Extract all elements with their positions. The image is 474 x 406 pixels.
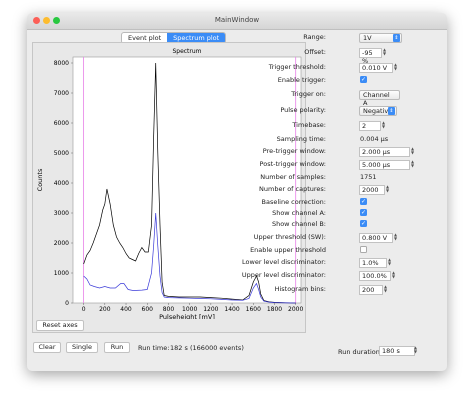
pre-trigger-value: 2.000 μs — [362, 148, 391, 156]
trigger-on-value: Channel A — [363, 91, 390, 107]
lower-level-disc-label: Lower level discriminator: — [242, 258, 326, 266]
histogram-bins-spinbox[interactable]: 200 — [359, 285, 383, 295]
pulse-polarity-label: Pulse polarity: — [280, 106, 326, 114]
offset-spinbox[interactable]: -95 % — [359, 48, 382, 65]
pre-trigger-spinbox[interactable]: 2.000 μs — [359, 147, 410, 157]
enable-trigger-checkbox[interactable]: ✓ — [360, 76, 367, 83]
lower-level-disc-stepper-icon[interactable]: ▲ ▼ — [388, 258, 391, 266]
sampling-time-label: Sampling time: — [276, 135, 326, 143]
num-captures-stepper-icon[interactable]: ▲ ▼ — [386, 185, 389, 193]
trigger-threshold-value: 0.010 V — [362, 64, 388, 72]
pre-trigger-stepper-icon[interactable]: ▲ ▼ — [411, 147, 414, 155]
upper-level-disc-stepper-icon[interactable]: ▲ ▼ — [392, 271, 395, 279]
enable-trigger-label: Enable trigger: — [277, 76, 326, 84]
num-captures-value: 2000 — [362, 186, 379, 194]
upper-level-disc-value: 100.0% — [362, 272, 387, 280]
trigger-threshold-spinbox[interactable]: 0.010 V — [359, 63, 393, 73]
enable-upper-threshold-checkbox[interactable] — [360, 246, 367, 253]
show-channel-a-label: Show channel A: — [272, 209, 326, 217]
trigger-threshold-stepper-icon[interactable]: ▲ ▼ — [394, 63, 397, 71]
timebase-spinbox[interactable]: 2 — [359, 121, 381, 131]
trigger-on-label: Trigger on: — [291, 90, 326, 98]
chevron-down-icon: ⇕ — [388, 107, 395, 115]
post-trigger-spinbox[interactable]: 5.000 μs — [359, 160, 410, 170]
lower-level-disc-spinbox[interactable]: 1.0% — [359, 258, 387, 268]
chevron-down-icon: ⇕ — [393, 34, 400, 42]
sampling-time-value: 0.004 μs — [360, 135, 389, 143]
range-value: 1V — [363, 34, 372, 42]
num-samples-value: 1751 — [360, 173, 377, 181]
trigger-on-select[interactable]: Channel A — [359, 90, 400, 107]
histogram-bins-stepper-icon[interactable]: ▲ ▼ — [384, 285, 387, 293]
upper-level-disc-spinbox[interactable]: 100.0% — [359, 271, 391, 281]
show-channel-b-checkbox[interactable]: ✓ — [360, 220, 367, 227]
upper-threshold-label: Upper threshold (SW): — [253, 233, 326, 241]
histogram-bins-value: 200 — [362, 286, 375, 294]
post-trigger-value: 5.000 μs — [362, 161, 391, 169]
post-trigger-stepper-icon[interactable]: ▲ ▼ — [411, 160, 414, 168]
upper-threshold-spinbox[interactable]: 0.800 V — [359, 233, 393, 243]
main-window: MainWindow Event plot Spectrum plot Spec… — [27, 13, 447, 371]
pre-trigger-label: Pre-trigger window: — [262, 147, 326, 155]
lower-level-disc-value: 1.0% — [362, 259, 379, 267]
num-captures-spinbox[interactable]: 2000 — [359, 185, 385, 195]
offset-label: Offset: — [304, 48, 326, 56]
baseline-correction-label: Baseline correction: — [261, 198, 326, 206]
range-label: Range: — [303, 33, 326, 41]
baseline-correction-checkbox[interactable]: ✓ — [360, 198, 367, 205]
pulse-polarity-select[interactable]: Negative ⇕ — [359, 106, 397, 116]
num-samples-label: Number of samples: — [260, 173, 326, 181]
histogram-bins-label: Histogram bins: — [274, 285, 326, 293]
post-trigger-label: Post-trigger window: — [259, 160, 326, 168]
timebase-label: Timebase: — [292, 121, 326, 129]
upper-threshold-value: 0.800 V — [362, 234, 388, 242]
offset-stepper-icon[interactable]: ▲ ▼ — [383, 48, 386, 56]
show-channel-a-checkbox[interactable]: ✓ — [360, 209, 367, 216]
show-channel-b-label: Show channel B: — [271, 220, 326, 228]
num-captures-label: Number of captures: — [259, 185, 326, 193]
settings-panel: Range: 1V ⇕ Offset: -95 % ▲ ▼ Trigger thre… — [27, 13, 447, 371]
enable-upper-threshold-label: Enable upper threshold — [250, 246, 326, 254]
upper-level-disc-label: Upper level discriminator: — [241, 271, 326, 279]
timebase-stepper-icon[interactable]: ▲ ▼ — [382, 121, 385, 129]
range-select[interactable]: 1V ⇕ — [359, 33, 402, 43]
timebase-value: 2 — [362, 122, 367, 130]
upper-threshold-stepper-icon[interactable]: ▲ ▼ — [394, 233, 397, 241]
trigger-threshold-label: Trigger threshold: — [268, 63, 326, 71]
